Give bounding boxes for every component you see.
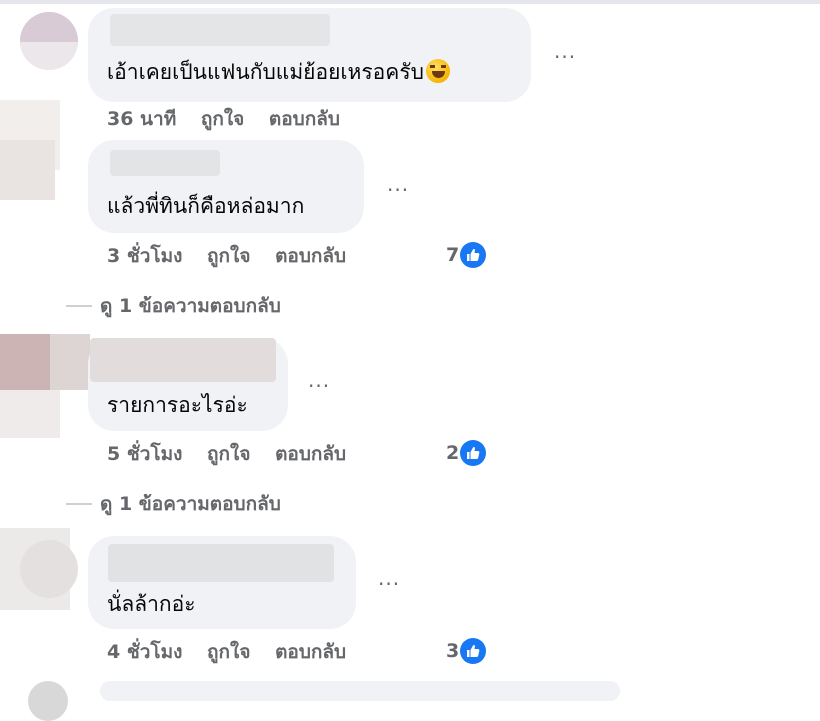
comment-meta: 3 ชั่วโมง ถูกใจ ตอบกลับ (107, 244, 346, 268)
timestamp[interactable]: 5 ชั่วโมง (107, 442, 182, 466)
comment-text: เอ้าเคยเป็นแฟนกับแม่ย้อยเหรอครับ (107, 59, 450, 85)
commenter-name-blurred[interactable] (108, 544, 334, 582)
blurred-avatar (50, 334, 90, 390)
reaction-count[interactable]: 3 (446, 638, 487, 664)
reply-button[interactable]: ตอบกลับ (275, 244, 346, 268)
reaction-number: 2 (446, 442, 460, 464)
timestamp[interactable]: 36 นาที (107, 107, 176, 131)
comment-meta: 5 ชั่วโมง ถูกใจ ตอบกลับ (107, 442, 346, 466)
like-button[interactable]: ถูกใจ (207, 244, 250, 268)
reply-button[interactable]: ตอบกลับ (275, 442, 346, 466)
laughing-emoji-icon (425, 59, 450, 83)
like-button[interactable]: ถูกใจ (201, 107, 244, 131)
timestamp[interactable]: 4 ชั่วโมง (107, 640, 182, 664)
reaction-number: 3 (446, 640, 460, 662)
blurred-avatar (0, 390, 60, 438)
reaction-count[interactable]: 2 (446, 440, 487, 466)
more-options-button[interactable]: ··· (308, 376, 330, 396)
commenter-name-blurred[interactable] (110, 14, 330, 46)
avatar[interactable] (20, 12, 78, 70)
like-button[interactable]: ถูกใจ (207, 640, 250, 664)
timestamp[interactable]: 3 ชั่วโมง (107, 244, 182, 268)
reply-button[interactable]: ตอบกลับ (275, 640, 346, 664)
more-options-button[interactable]: ··· (554, 47, 576, 67)
comment-bubble (100, 681, 620, 701)
comment-text: รายการอะไรอ่ะ (107, 393, 248, 417)
comment-text: แล้วพี่ทินก็คือหล่อมาก (107, 194, 305, 218)
more-options-button[interactable]: ··· (387, 180, 409, 200)
thumbs-up-icon (460, 440, 487, 466)
commenter-name-blurred[interactable] (110, 150, 220, 176)
reaction-number: 7 (446, 244, 460, 266)
thumbs-up-icon (460, 638, 487, 664)
view-replies-link[interactable]: ดู 1 ข้อความตอบกลับ (100, 294, 281, 318)
reply-connector-line (66, 305, 92, 307)
reply-button[interactable]: ตอบกลับ (269, 107, 340, 131)
like-button[interactable]: ถูกใจ (207, 442, 250, 466)
comment-meta: 36 นาที ถูกใจ ตอบกลับ (107, 107, 340, 131)
comment-meta: 4 ชั่วโมง ถูกใจ ตอบกลับ (107, 640, 346, 664)
avatar[interactable] (20, 540, 78, 598)
blurred-avatar (0, 334, 50, 390)
blurred-avatar (0, 140, 55, 200)
thumbs-up-icon (460, 242, 487, 268)
reaction-count[interactable]: 7 (446, 242, 487, 268)
reply-connector-line (66, 503, 92, 505)
top-divider (0, 0, 820, 4)
more-options-button[interactable]: ··· (378, 574, 400, 594)
view-replies-link[interactable]: ดู 1 ข้อความตอบกลับ (100, 492, 281, 516)
commenter-name-blurred[interactable] (90, 338, 276, 382)
avatar[interactable] (28, 681, 68, 721)
comment-text: นั่ลล้ากอ่ะ (107, 592, 196, 616)
